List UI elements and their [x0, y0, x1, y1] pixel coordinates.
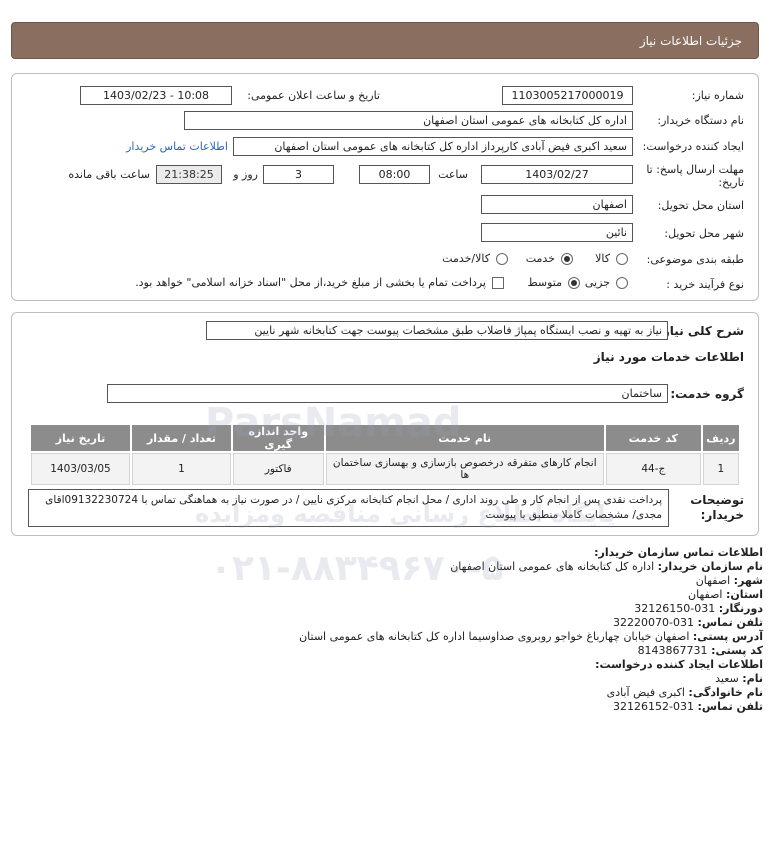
category-radio-goods-service[interactable] — [496, 253, 508, 265]
table-row: 1 ج-44 انجام کارهای متفرقه درخصوص بازساز… — [31, 453, 739, 485]
org-address-line: آدرس پستی: اصفهان خیابان چهارباغ خواجو ر… — [299, 630, 763, 643]
days-field: 3 — [263, 165, 334, 184]
page-title: جزئیات اطلاعات نیاز — [639, 34, 742, 48]
remaining-label: ساعت باقی مانده — [68, 168, 150, 181]
col-service-code: کد خدمت — [605, 425, 701, 451]
need-number-field: 1103005217000019 — [502, 86, 633, 105]
creator-field: سعید اکبری فیض آبادی کارپرداز اداره کل ک… — [233, 137, 633, 156]
buyer-field: اداره کل کتابخانه های عمومی استان اصفهان — [184, 111, 633, 130]
category-option-goods: کالا — [595, 252, 610, 265]
category-option-goods-service: کالا/خدمت — [442, 252, 490, 265]
services-panel: شرح کلی نیاز: نیاز به تهیه و نصب ایستگاه… — [11, 312, 759, 536]
category-option-service: خدمت — [525, 252, 555, 265]
org-province-line: استان: اصفهان — [688, 588, 763, 601]
cell-need-date: 1403/03/05 — [31, 453, 130, 485]
summary-field: نیاز به تهیه و نصب ایستگاه پمپاژ فاضلاب … — [206, 321, 668, 340]
cell-service-name: انجام کارهای متفرقه درخصوص بازسازی و بهس… — [325, 453, 604, 485]
creator-phone-line: تلفن تماس: 031-32126152 — [613, 700, 763, 713]
creator-label: ایجاد کننده درخواست: — [642, 140, 744, 153]
announce-label: تاریخ و ساعت اعلان عمومی: — [247, 89, 380, 102]
cell-service-code: ج-44 — [605, 453, 701, 485]
city-label: شهر محل تحویل: — [664, 227, 744, 240]
services-title: اطلاعات خدمات مورد نیاز — [593, 350, 744, 364]
col-quantity: تعداد / مقدار — [131, 425, 231, 451]
service-group-field: ساختمان — [107, 384, 668, 403]
org-fax-line: دورنگار: 031-32126150 — [634, 602, 763, 615]
col-unit: واحد اندازه گیری — [232, 425, 324, 451]
page-header: جزئیات اطلاعات نیاز — [11, 22, 759, 59]
province-label: استان محل تحویل: — [657, 199, 744, 212]
creator-first-name-line: نام: سعید — [715, 672, 763, 685]
deadline-time-label: ساعت — [438, 168, 468, 181]
treasury-text: پرداخت تمام یا بخشی از مبلغ خرید،از محل … — [135, 276, 486, 289]
process-label: نوع فرآیند خرید : — [666, 278, 744, 291]
deadline-date-field: 1403/02/27 — [481, 165, 633, 184]
deadline-time-field: 08:00 — [359, 165, 430, 184]
org-contact-title: اطلاعات تماس سازمان خریدار: — [594, 546, 763, 559]
creator-contact-title: اطلاعات ایجاد کننده درخواست: — [595, 658, 763, 671]
buyer-label: نام دستگاه خریدار: — [657, 114, 744, 127]
col-service-name: نام خدمت — [325, 425, 604, 451]
buyer-notes-label: توضیحات خریدار: — [690, 493, 744, 522]
org-city-line: شهر: اصفهان — [695, 574, 763, 587]
cell-quantity: 1 — [131, 453, 231, 485]
org-postal-line: کد پستی: 8143867731 — [637, 644, 763, 657]
org-phone-line: تلفن تماس: 031-32220070 — [613, 616, 763, 629]
service-group-label: گروه خدمت: — [670, 387, 744, 401]
remaining-time-field: 21:38:25 — [156, 165, 222, 184]
process-option-medium: متوسط — [527, 276, 562, 289]
province-field: اصفهان — [481, 195, 633, 214]
days-label: روز و — [233, 168, 258, 181]
org-name-line: نام سازمان خریدار: اداره کل کتابخانه های… — [450, 560, 763, 573]
announce-field: 1403/02/23 - 10:08 — [80, 86, 232, 105]
details-panel: شماره نیاز: 1103005217000019 تاریخ و ساع… — [11, 73, 759, 301]
col-need-date: تاریخ نیاز — [31, 425, 130, 451]
category-label: طبقه بندی موضوعی: — [646, 253, 744, 266]
need-number-label: شماره نیاز: — [691, 89, 744, 102]
services-table: ردیف کد خدمت نام خدمت واحد اندازه گیری ت… — [29, 423, 741, 487]
creator-last-name-line: نام خانوادگی: اکبری فیض آبادی — [606, 686, 763, 699]
deadline-label: مهلت ارسال پاسخ: تا تاریخ: — [646, 163, 744, 189]
buyer-contact-link[interactable]: اطلاعات تماس خریدار — [126, 140, 228, 153]
process-radio-medium[interactable] — [568, 277, 580, 289]
treasury-checkbox[interactable] — [492, 277, 504, 289]
buyer-notes-field: پرداخت نقدی پس از انجام کار و طی روند اد… — [28, 489, 669, 527]
process-option-minor: جزیی — [584, 276, 610, 289]
city-field: نائین — [481, 223, 633, 242]
table-header-row: ردیف کد خدمت نام خدمت واحد اندازه گیری ت… — [31, 425, 739, 451]
process-radio-minor[interactable] — [616, 277, 628, 289]
cell-unit: فاکتور — [232, 453, 324, 485]
category-radio-goods[interactable] — [616, 253, 628, 265]
col-row: ردیف — [702, 425, 739, 451]
summary-label: شرح کلی نیاز: — [658, 324, 744, 338]
category-radio-service[interactable] — [561, 253, 573, 265]
cell-row: 1 — [702, 453, 739, 485]
